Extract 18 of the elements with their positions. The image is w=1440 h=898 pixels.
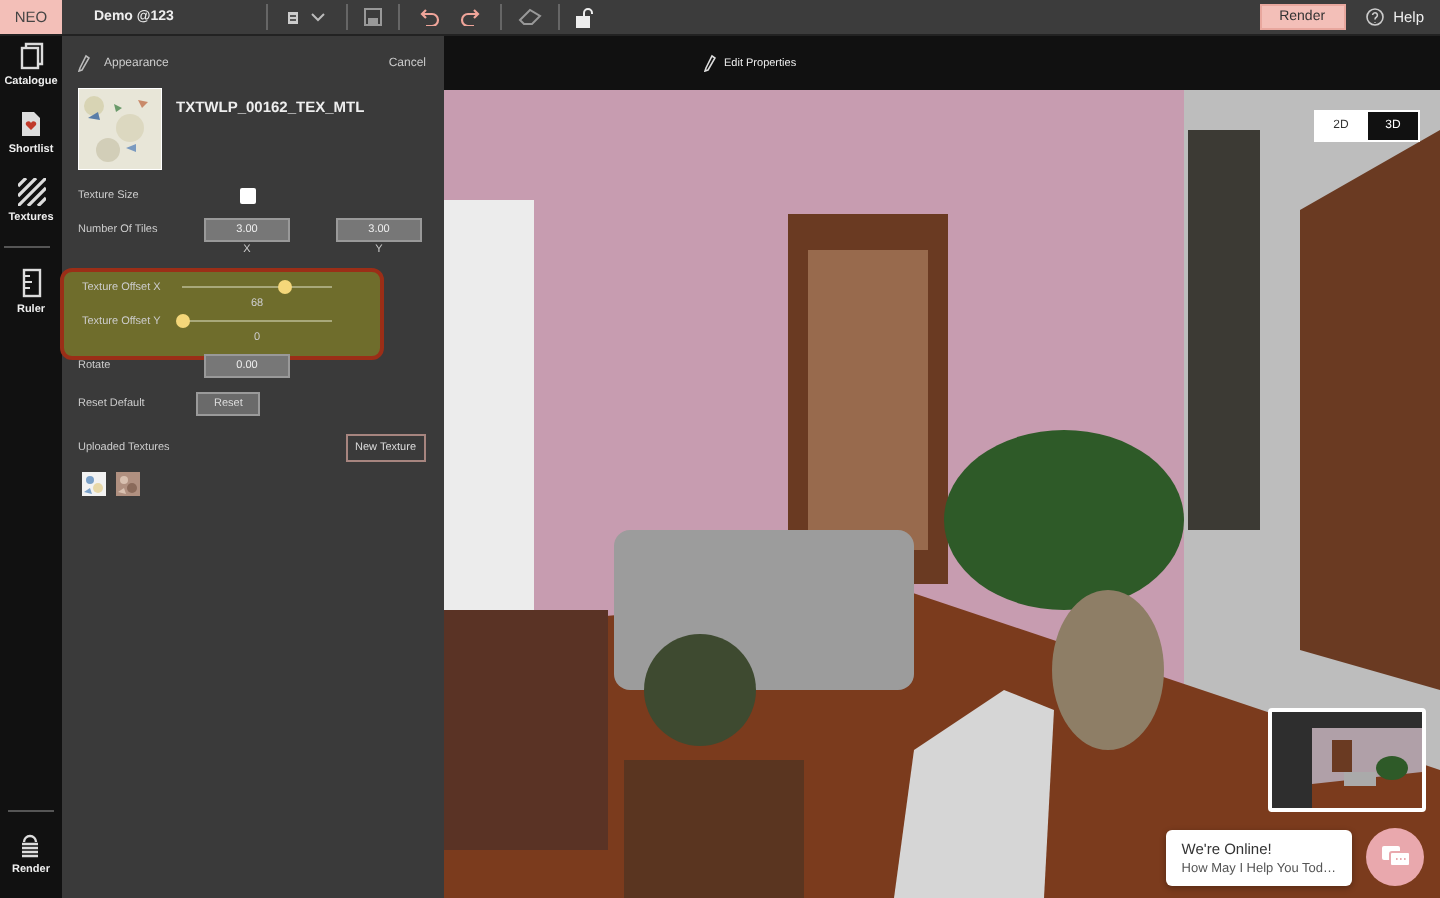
pencil-icon <box>78 54 90 72</box>
ruler-icon <box>21 268 41 298</box>
help-icon[interactable] <box>1365 8 1384 26</box>
checkbox[interactable] <box>240 188 256 204</box>
heart-document-icon <box>20 110 42 138</box>
stripes-icon <box>17 178 45 206</box>
slider-thumb[interactable] <box>175 314 189 328</box>
floor-icon[interactable] <box>288 10 298 24</box>
slider-thumb[interactable] <box>277 280 291 294</box>
save-icon[interactable] <box>364 8 382 26</box>
pencil-icon <box>704 54 716 72</box>
undo-icon[interactable] <box>420 8 440 26</box>
render-icon <box>18 832 43 858</box>
eraser-icon[interactable] <box>518 8 542 26</box>
catalogue-icon <box>19 42 43 70</box>
redo-icon[interactable] <box>460 8 480 26</box>
unlocked-padlock-icon[interactable] <box>576 7 594 27</box>
chevron-down-icon[interactable] <box>310 12 326 22</box>
